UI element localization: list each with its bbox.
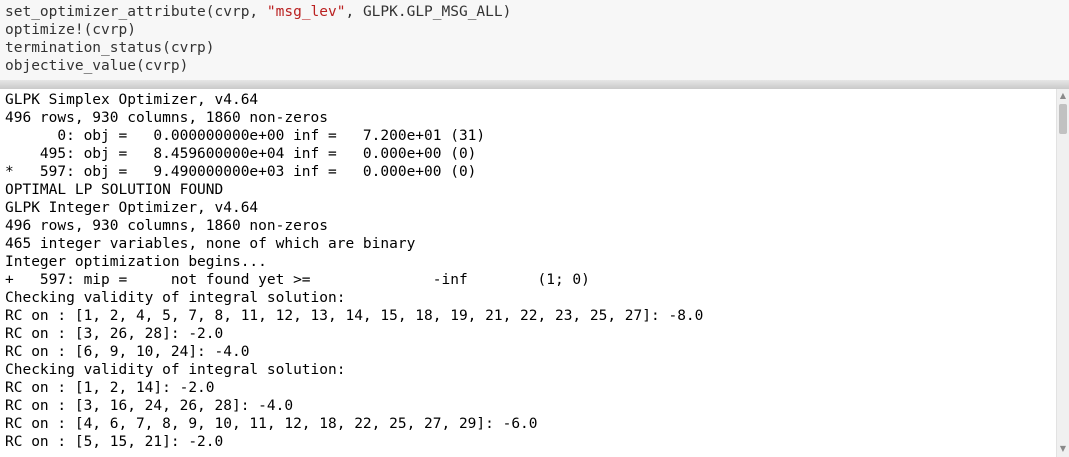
output-line: RC on : [3, 26, 28]: -2.0 (5, 326, 224, 342)
output-line: + 597: mip = not found yet >= -inf (1; 0… (5, 272, 590, 288)
output-line: RC on : [1, 2, 14]: -2.0 (5, 380, 215, 396)
output-line: 465 integer variables, none of which are… (5, 236, 416, 252)
output-line: GLPK Integer Optimizer, v4.64 (5, 200, 259, 216)
output-scrollbar[interactable]: ▲ ▼ (1056, 89, 1069, 457)
code-token: objective_value(cvrp) (5, 58, 189, 74)
output-line: GLPK Simplex Optimizer, v4.64 (5, 92, 259, 108)
code-token: termination_status(cvrp) (5, 40, 215, 56)
scrollbar-thumb[interactable] (1059, 104, 1067, 134)
output-line: RC on : [6, 9, 10, 24]: -4.0 (5, 344, 250, 360)
code-line: optimize!(cvrp) (5, 21, 136, 39)
output-line: * 597: obj = 9.490000000e+03 inf = 0.000… (5, 164, 477, 180)
arrow-up-icon[interactable]: ▲ (1057, 90, 1069, 102)
output-line: OPTIMAL LP SOLUTION FOUND (5, 182, 224, 198)
code-line: objective_value(cvrp) (5, 57, 188, 75)
code-line: set_optimizer_attribute(cvrp, "msg_lev",… (5, 3, 511, 21)
cell-output: GLPK Simplex Optimizer, v4.64 496 rows, 9… (0, 89, 1056, 457)
code-cell[interactable]: set_optimizer_attribute(cvrp, "msg_lev",… (0, 0, 1069, 80)
code-token: , GLPK.GLP_MSG_ALL) (345, 4, 512, 20)
output-line: Checking validity of integral solution: (5, 362, 346, 378)
output-line: RC on : [4, 6, 7, 8, 9, 10, 11, 12, 18, … (5, 416, 538, 432)
arrow-down-icon[interactable]: ▼ (1057, 443, 1069, 455)
code-token: optimize!(cvrp) (5, 22, 136, 38)
cell-output-separator (0, 80, 1069, 89)
output-line: 496 rows, 930 columns, 1860 non-zeros (5, 218, 329, 234)
output-line: Checking validity of integral solution: (5, 290, 346, 306)
code-line: termination_status(cvrp) (5, 39, 215, 57)
code-token: set_optimizer_attribute(cvrp, (5, 4, 267, 20)
output-line: RC on : [1, 2, 4, 5, 7, 8, 11, 12, 13, 1… (5, 308, 704, 324)
output-line: 496 rows, 930 columns, 1860 non-zeros (5, 110, 329, 126)
output-line: 495: obj = 8.459600000e+04 inf = 0.000e+… (5, 146, 477, 162)
output-line: 0: obj = 0.000000000e+00 inf = 7.200e+01… (5, 128, 486, 144)
output-line: RC on : [3, 16, 24, 26, 28]: -4.0 (5, 398, 294, 414)
output-line: Integer optimization begins... (5, 254, 267, 270)
output-line: RC on : [5, 15, 21]: -2.0 (5, 434, 224, 450)
string-literal: "msg_lev" (266, 4, 346, 20)
